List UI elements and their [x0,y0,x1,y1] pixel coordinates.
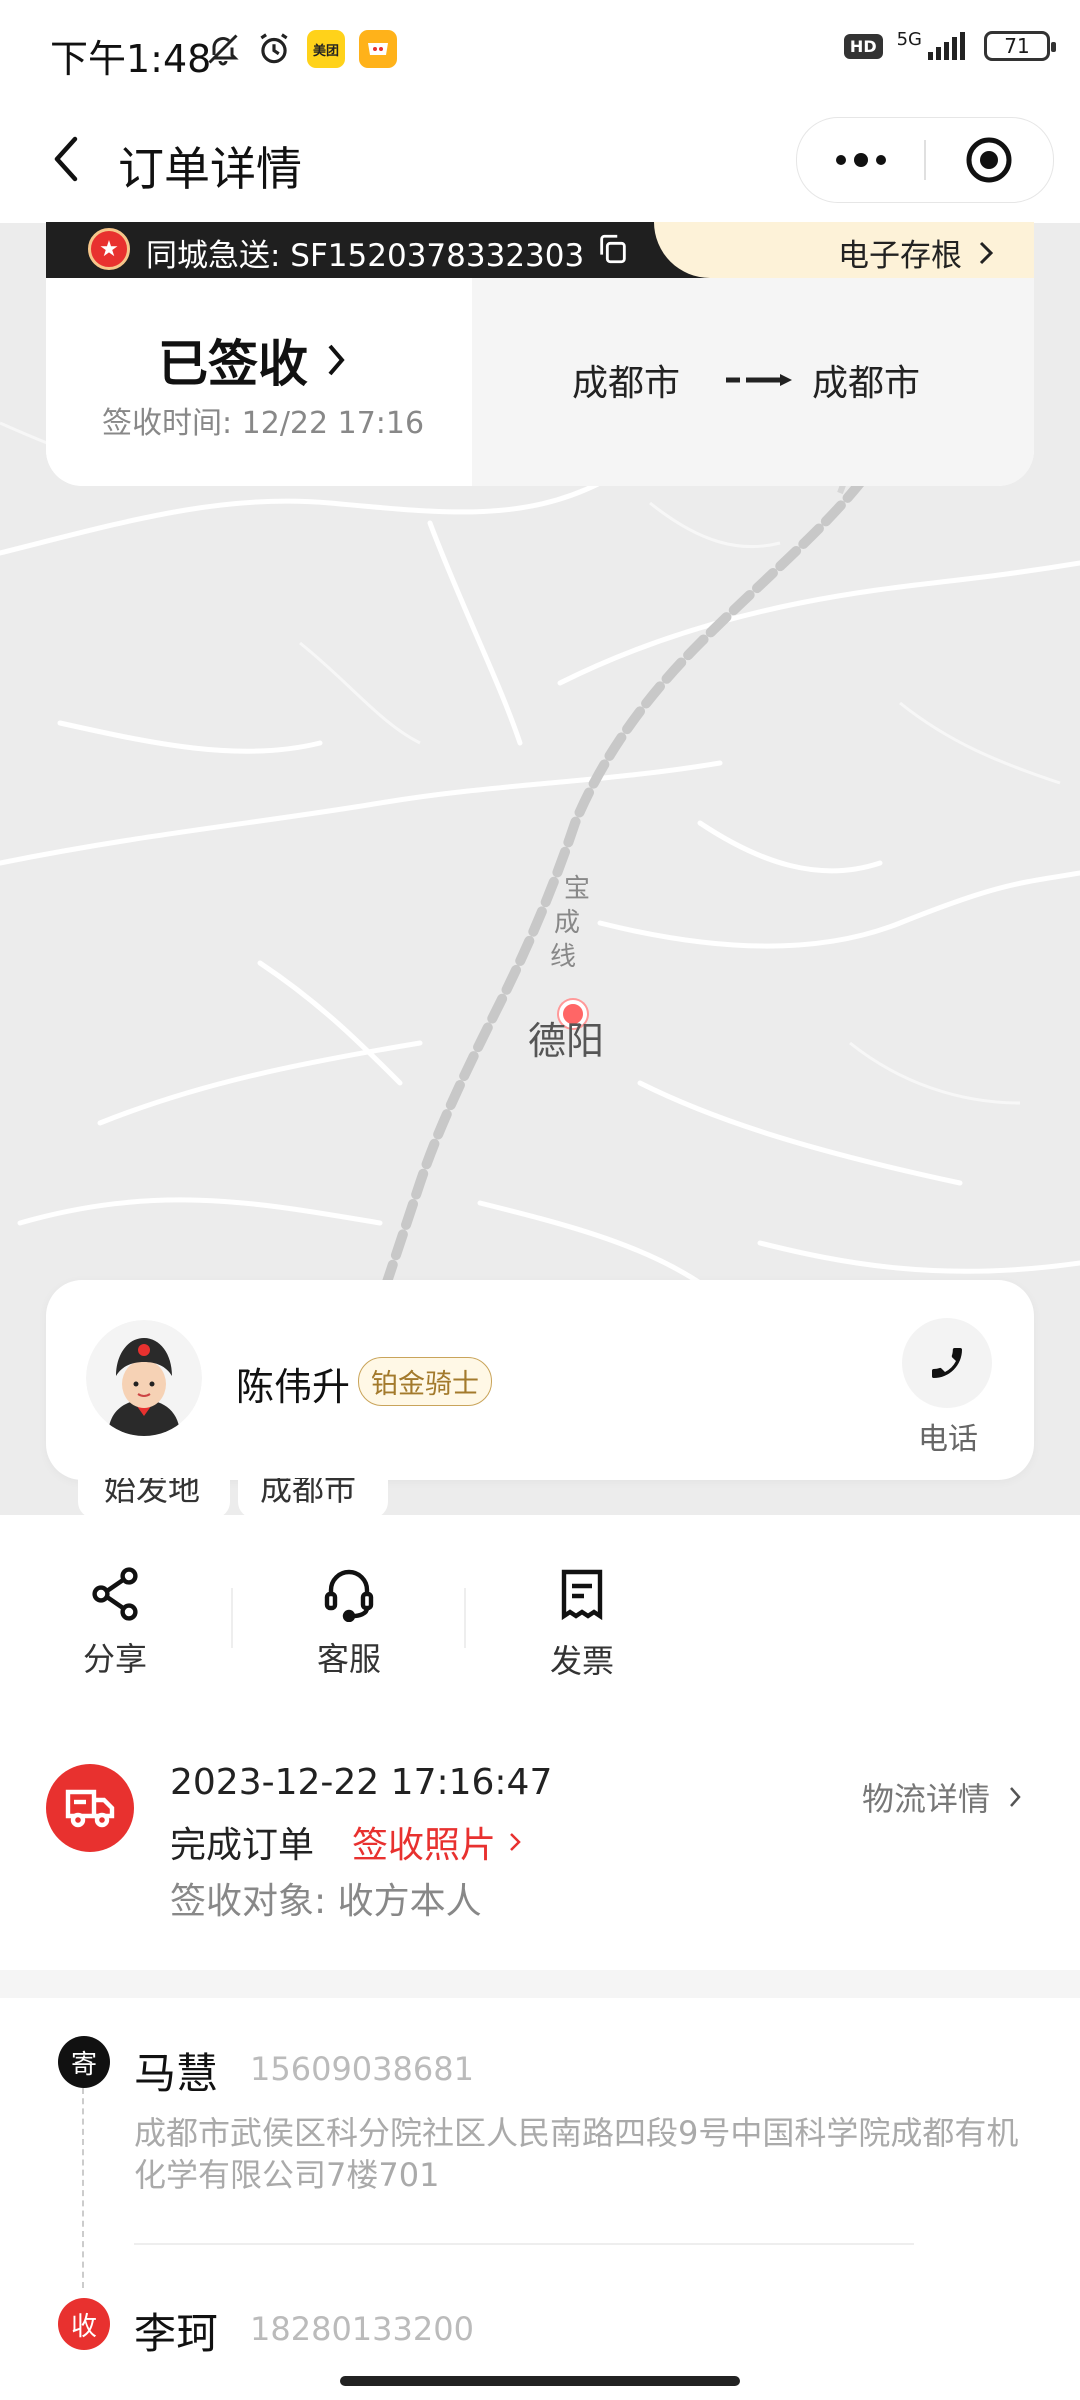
chevron-right-icon [1010,1787,1021,1807]
route-dashed-line [82,2088,84,2288]
signal-icon [928,32,965,60]
receiver-phone: 18280133200 [250,2310,474,2348]
sign-photo-label: 签收照片 [352,1825,497,1866]
system-status: HD 5G 71 [843,28,1056,62]
rider-level-badge: 铂金骑士 [358,1357,492,1406]
electronic-stub-label: 电子存根 [838,238,962,274]
origin-city-tab-label: 成都市 [260,1478,357,1508]
order-status: 已签收 [158,324,346,396]
sign-photo-link[interactable]: 签收照片 [352,1816,522,1868]
call-rider-button[interactable] [902,1318,992,1408]
sender-tag: 寄 [58,2036,110,2088]
address-section: 寄 马慧 15609038681 成都市武侯区科分院社区人民南路四段9号中国科学… [0,1998,1080,2400]
action-bar: 分享 客服 发票 [0,1516,1080,1686]
invoice-icon [561,1569,603,1621]
service-banner: ★ 同城急送: SF1520378332303 电子存根 [46,222,1034,278]
order-status-card: ★ 同城急送: SF1520378332303 电子存根 已签收 签收时间: 1… [46,222,1034,486]
delivery-info: 2023-12-22 17:16:47 完成订单 签收照片 签收对象: 收方本人… [0,1740,1080,1970]
rail-line-label-1: 宝 [563,874,590,904]
meituan-app-icon: 美团 [307,30,345,68]
rail-line-label-3: 线 [549,942,576,972]
route-summary: 成都市 成都市 [472,278,1034,486]
action-separator [464,1588,466,1648]
logistics-detail-label: 物流详情 [861,1780,990,1818]
status-bar: 下午1:48 美团 HD 5G 71 [0,0,1080,105]
app-notification-icon [359,30,397,68]
copy-icon[interactable] [596,232,630,266]
back-button[interactable] [36,129,96,189]
nav-bar: 订单详情 [0,105,1080,223]
receiver-name: 李珂 [134,2309,219,2358]
route-arrow-icon [726,374,792,386]
customer-service-label: 客服 [316,1640,381,1678]
invoice-label: 发票 [549,1642,614,1680]
chevron-right-icon [510,1833,521,1851]
logistics-detail-link[interactable]: 物流详情 [862,1774,1022,1820]
electronic-stub-link[interactable]: 电子存根 [838,230,994,275]
bell-off-icon [208,34,239,66]
phone-icon [932,1348,962,1378]
sender-name: 马慧 [134,2049,219,2098]
action-separator [231,1588,233,1648]
sender-address: 成都市武侯区科分院社区人民南路四段9号中国科学院成都有机化学有限公司7楼701 [134,2114,1019,2194]
share-button[interactable]: 分享 [55,1566,175,1680]
target-circle-icon [966,137,1012,183]
notification-icons: 美团 [205,30,397,68]
home-indicator[interactable] [340,2376,740,2386]
origin-tab: 始发地 [78,1478,230,1518]
tracking-number: 同城急送: SF1520378332303 [146,238,585,274]
delivery-time: 2023-12-22 17:16:47 [170,1762,553,1803]
status-summary[interactable]: 已签收 签收时间: 12/22 17:16 [46,278,472,486]
battery-icon: 71 [984,31,1056,61]
close-miniapp-button[interactable] [925,118,1053,202]
miniapp-capsule [796,117,1054,203]
sign-time: 签收时间: 12/22 17:16 [102,406,425,441]
address-divider [134,2243,914,2245]
chevron-right-icon [328,344,345,376]
delivery-status: 完成订单 [170,1825,315,1866]
rail-line-label-2: 成 [553,908,580,938]
page-title: 订单详情 [118,142,302,196]
hd-icon: HD [843,33,883,59]
badge-star-icon: ★ [88,228,130,270]
more-button[interactable] [797,118,925,202]
truck-icon [46,1764,134,1852]
rider-avatar [86,1320,202,1436]
deyang-label: 德阳 [528,1019,605,1063]
rider-card: 陈伟升 铂金骑士 电话 [46,1280,1034,1480]
share-label: 分享 [82,1640,147,1678]
sender-phone: 15609038681 [250,2050,474,2088]
receiver-tag: 收 [58,2298,110,2350]
network-type: 5G [896,28,922,50]
from-city: 成都市 [572,363,681,404]
to-city: 成都市 [812,363,921,404]
sign-target: 签收对象: 收方本人 [170,1881,482,1922]
share-icon [92,1567,138,1621]
chevron-right-icon [979,241,994,264]
origin-city-tab: 成都市 [238,1478,388,1518]
origin-tab-label: 始发地 [104,1478,201,1508]
invoice-button[interactable]: 发票 [522,1566,642,1682]
rider-name: 陈伟升 [236,1365,351,1409]
phone-label: 电话 [918,1422,978,1457]
customer-service-button[interactable]: 客服 [289,1566,409,1680]
chevron-left-icon [54,136,78,182]
headset-icon [324,1569,374,1622]
alarm-icon [260,33,288,64]
more-dots-icon [836,153,886,167]
order-status-label: 已签收 [158,335,308,393]
section-gap [0,1970,1080,1998]
status-time: 下午1:48 [50,37,212,81]
